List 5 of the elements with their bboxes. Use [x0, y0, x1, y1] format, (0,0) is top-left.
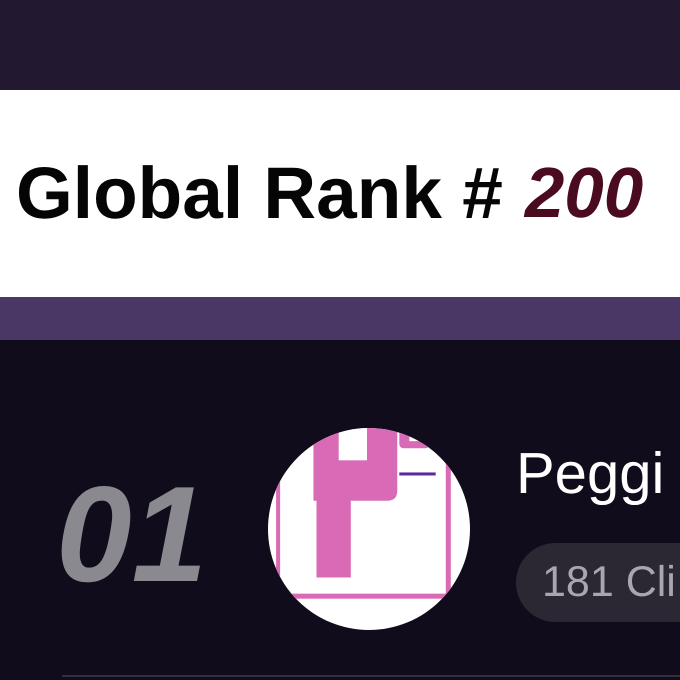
clicks-badge: 181 Cli — [516, 542, 680, 622]
player-name: Peggi — [516, 442, 664, 506]
rank-number: 01 — [56, 466, 208, 602]
rank-value: 200 — [524, 153, 644, 234]
rank-label: Global Rank # — [16, 152, 503, 235]
